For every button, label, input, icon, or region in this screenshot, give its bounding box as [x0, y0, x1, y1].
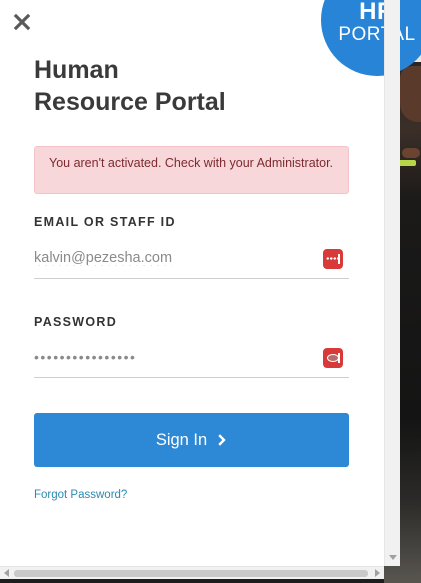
login-panel: Human Resource Portal You aren't activat… [0, 0, 384, 566]
scroll-down-arrow-icon[interactable] [389, 555, 397, 560]
page-title-line-2: Resource Portal [34, 88, 226, 116]
vertical-scrollbar[interactable] [384, 0, 400, 566]
badge-line-2: PORTAL [338, 24, 416, 45]
scroll-left-arrow-icon[interactable] [4, 569, 9, 577]
page-title: Human Resource Portal [34, 54, 334, 118]
error-alert: You aren't activated. Check with your Ad… [34, 146, 349, 194]
background-person [400, 66, 421, 122]
password-field [34, 338, 349, 378]
password-manager-bar [338, 353, 340, 363]
error-alert-message: You aren't activated. Check with your Ad… [49, 156, 334, 170]
close-icon[interactable] [12, 12, 32, 32]
password-reveal-icon[interactable] [323, 348, 343, 368]
sign-in-label: Sign In [155, 430, 208, 449]
scroll-right-arrow-icon[interactable] [375, 569, 380, 577]
badge-line-1: HR [359, 0, 395, 25]
sign-in-button[interactable]: Sign In [34, 413, 349, 467]
email-input[interactable] [34, 239, 314, 277]
horizontal-scrollbar[interactable] [0, 566, 384, 579]
forgot-password-link[interactable]: Forgot Password? [34, 489, 127, 501]
password-manager-bar [338, 254, 340, 264]
eye-icon [327, 354, 339, 362]
password-input[interactable] [34, 338, 314, 376]
chevron-right-icon [218, 434, 226, 446]
email-label: EMAIL OR STAFF ID [34, 215, 176, 229]
horizontal-scrollbar-thumb[interactable] [14, 570, 368, 577]
background-hand [402, 148, 420, 158]
background-shirt-print [398, 160, 416, 166]
email-field [34, 239, 349, 279]
page-title-line-1: Human [34, 56, 119, 84]
password-manager-icon[interactable] [323, 249, 343, 269]
password-label: PASSWORD [34, 315, 118, 329]
